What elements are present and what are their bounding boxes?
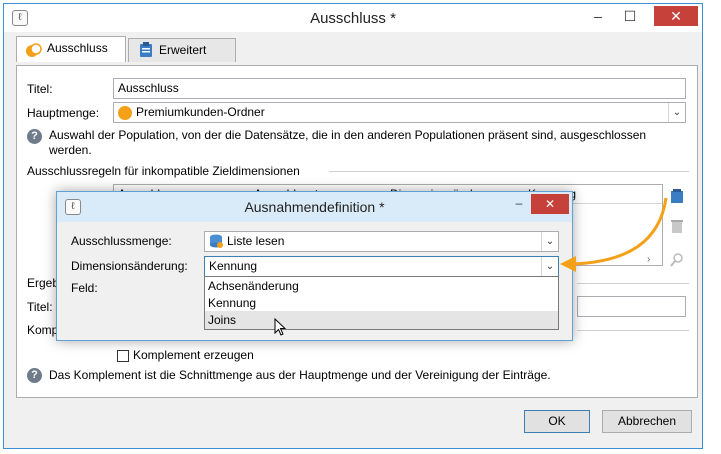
callout-arrow bbox=[560, 197, 668, 272]
mouse-cursor-icon bbox=[274, 318, 287, 336]
